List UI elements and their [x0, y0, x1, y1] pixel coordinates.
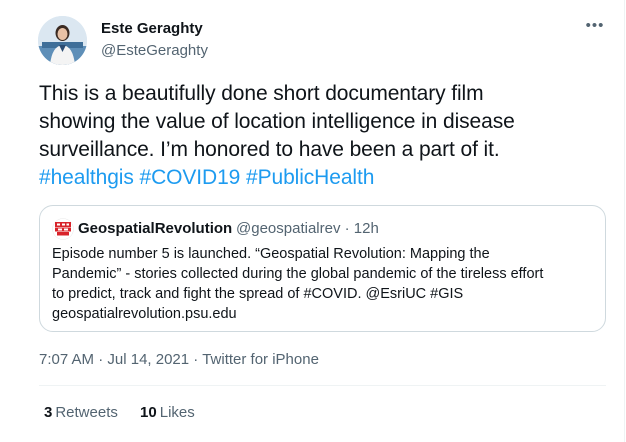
quoted-tweet-text: Episode number 5 is launched. “Geospatia… — [52, 244, 597, 324]
hashtag-link-publichealth[interactable]: #PublicHealth — [246, 166, 374, 189]
tweet-text-line: This is a beautifully done short documen… — [39, 82, 484, 105]
more-options-icon[interactable]: ••• — [584, 18, 606, 36]
quoted-tweet-card[interactable]: GeospatialRevolution @geospatialrev · 12… — [39, 205, 606, 332]
retweets-count: 3 — [44, 404, 53, 421]
tweet-text-line: surveillance. I’m honored to have been a… — [39, 138, 500, 161]
tweet-source[interactable]: Twitter for iPhone — [202, 351, 319, 368]
tweet-text: This is a beautifully done short documen… — [39, 80, 599, 192]
divider — [39, 385, 606, 386]
quoted-author-avatar[interactable] — [52, 218, 74, 240]
hashtag-link-covid19[interactable]: #COVID19 — [140, 166, 241, 189]
tweet-time[interactable]: 7:07 AM — [39, 351, 94, 368]
quoted-author-name[interactable]: GeospatialRevolution — [78, 220, 232, 237]
quoted-text-line: to predict, track and fight the spread o… — [52, 286, 464, 302]
author-name[interactable]: Este Geraghty — [101, 20, 203, 37]
hashtags-line: #healthgis #COVID19 #PublicHealth — [39, 164, 599, 192]
tweet-card: Este Geraghty @EsteGeraghty ••• This is … — [0, 0, 625, 442]
likes-stat[interactable]: 10 Likes — [140, 404, 195, 421]
geospatial-revolution-logo-icon — [52, 218, 74, 240]
hashtag-link-healthgis[interactable]: #healthgis — [39, 166, 134, 189]
quoted-author-meta: @geospatialrev · 12h — [236, 220, 379, 237]
quoted-text-line: Pandemic” - stories collected during the… — [52, 266, 544, 282]
likes-count: 10 — [140, 404, 157, 421]
engagement-stats: 3 Retweets 10 Likes — [44, 404, 213, 421]
tweet-meta: 7:07 AM · Jul 14, 2021 · Twitter for iPh… — [39, 351, 319, 368]
tweet-text-line: showing the value of location intelligen… — [39, 110, 515, 133]
retweets-stat[interactable]: 3 Retweets — [44, 404, 118, 421]
user-avatar-icon — [38, 16, 87, 65]
author-handle[interactable]: @EsteGeraghty — [101, 42, 208, 59]
tweet-date[interactable]: Jul 14, 2021 — [107, 351, 189, 368]
quoted-text-line: Episode number 5 is launched. “Geospatia… — [52, 246, 490, 262]
retweets-label: Retweets — [55, 404, 118, 421]
meta-separator: · — [189, 351, 203, 368]
likes-label: Likes — [159, 404, 195, 421]
meta-separator: · — [94, 351, 108, 368]
author-avatar[interactable] — [38, 16, 87, 65]
quoted-text-line: geospatialrevolution.psu.edu — [52, 306, 237, 322]
